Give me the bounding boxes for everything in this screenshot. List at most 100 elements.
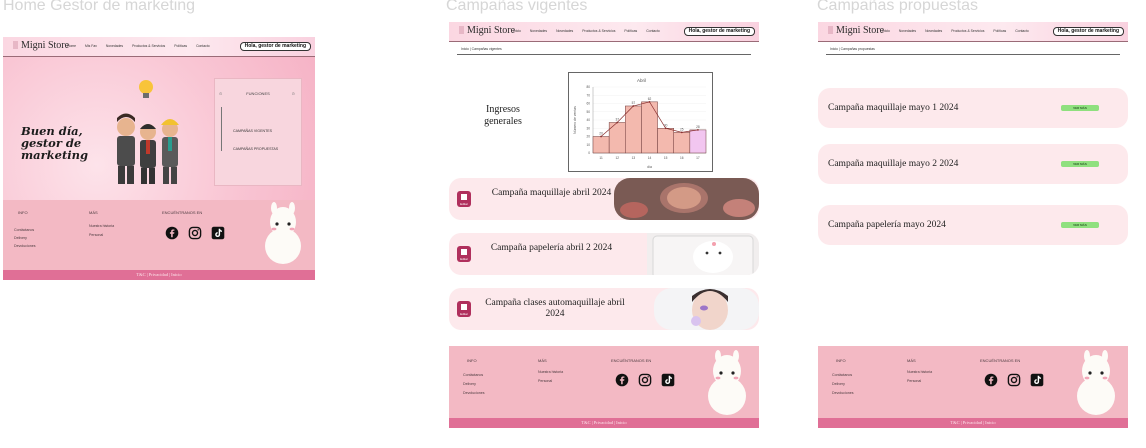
footer: INFO Contáctanos Delivery Devoluciones M… xyxy=(818,346,1128,428)
facebook-icon[interactable] xyxy=(984,373,998,387)
footer-bottom-links[interactable]: T&C | Privacidad | Inicio xyxy=(449,418,759,428)
nav-novedades-2[interactable]: Novedades xyxy=(925,29,942,33)
trend-point xyxy=(697,129,699,131)
user-greeting-button[interactable]: Hola, gestor de marketing xyxy=(683,27,755,36)
nav-inicio[interactable]: Inicio xyxy=(513,29,521,33)
footer-link-devoluciones[interactable]: Devoluciones xyxy=(14,244,36,248)
footer-info-heading: INFO xyxy=(836,358,846,363)
header: Migni Store Inicio Novedades Novedades P… xyxy=(818,22,1128,42)
footer-link-devoluciones[interactable]: Devoluciones xyxy=(832,391,854,395)
nav-productos[interactable]: Productos & Servicios xyxy=(582,29,615,33)
footer-link-personal[interactable]: Personal xyxy=(89,233,103,237)
panel-divider xyxy=(221,107,222,151)
footer-link-devoluciones[interactable]: Devoluciones xyxy=(463,391,485,395)
proposal-card[interactable]: Campaña papelería mayo 2024 VER MÁS xyxy=(818,205,1128,245)
campaign-card-papeleria[interactable]: Editar Campaña papelería abril 2 2024 xyxy=(449,233,759,275)
proposal-title: Campaña papelería mayo 2024 xyxy=(828,220,946,230)
nav-contacto[interactable]: Contacto xyxy=(196,44,210,48)
footer-link-personal[interactable]: Personal xyxy=(907,379,921,383)
x-tick-label: 13 xyxy=(632,156,636,160)
nav-favs[interactable]: Mis Fav xyxy=(85,44,97,48)
footer-link-historia[interactable]: Nuestra historia xyxy=(538,370,563,374)
campaign-card-maquillaje[interactable]: Editar Campaña maquillaje abril 2024 xyxy=(449,178,759,220)
notebook-image xyxy=(647,233,759,275)
brand-logo[interactable]: Migni Store xyxy=(828,25,884,36)
campaign-card-automaquillaje[interactable]: Editar Campaña clases automaquillaje abr… xyxy=(449,288,759,330)
alpaca-mascot xyxy=(1077,350,1115,415)
nav-novedades[interactable]: Novedades xyxy=(530,29,547,33)
y-tick-label: 40 xyxy=(586,118,590,122)
trend-point xyxy=(680,131,683,134)
footer-link-delivery[interactable]: Delivery xyxy=(14,236,27,240)
campaign-title: Campaña clases automaquillaje abril 2024 xyxy=(485,298,625,319)
instagram-icon[interactable] xyxy=(188,226,202,240)
y-tick-label: 50 xyxy=(586,110,590,114)
nav-inicio[interactable]: Inicio xyxy=(882,29,890,33)
edit-icon[interactable]: Editar xyxy=(457,191,471,207)
breadcrumb[interactable]: Inicio | Campañas vigentes xyxy=(461,47,502,51)
nav-novedades[interactable]: Novedades xyxy=(899,29,916,33)
footer-link-delivery[interactable]: Delivery xyxy=(832,382,845,386)
trend-point xyxy=(616,121,619,124)
footer: INFO Contáctanos Delivery Devoluciones M… xyxy=(449,346,759,428)
x-axis-label: día xyxy=(647,165,652,169)
breadcrumb[interactable]: Inicio | Campañas propuestas xyxy=(830,47,875,51)
trend-point xyxy=(632,105,635,107)
nav-politicas[interactable]: Políticas xyxy=(624,29,637,33)
social-links xyxy=(165,226,225,240)
footer-link-historia[interactable]: Nuestra historia xyxy=(89,224,114,228)
social-links xyxy=(615,373,675,387)
tiktok-icon[interactable] xyxy=(1030,373,1044,387)
footer: INFO Contáctanos Delivery Devoluciones M… xyxy=(3,200,315,280)
nav-contacto[interactable]: Contacto xyxy=(646,29,660,33)
panel-deco-left-icon: ⊙ xyxy=(219,91,223,96)
edit-icon[interactable]: Editar xyxy=(457,246,471,262)
nav-home[interactable]: Home xyxy=(67,44,76,48)
proposal-card[interactable]: Campaña maquillaje mayo 2 2024 VER MÁS xyxy=(818,144,1128,184)
nav-productos[interactable]: Productos & Servicios xyxy=(132,44,165,48)
user-greeting-button[interactable]: Hola, gestor de marketing xyxy=(1052,27,1124,36)
footer-link-delivery[interactable]: Delivery xyxy=(463,382,476,386)
instagram-icon[interactable] xyxy=(1007,373,1021,387)
marketer-figure-right xyxy=(161,119,179,184)
footer-bottom-links[interactable]: T&C | Privacidad | Inicio xyxy=(3,270,315,280)
nav-links: Home Mis Fav Novedades Productos & Servi… xyxy=(67,44,210,48)
brand-logo[interactable]: Migni Store xyxy=(459,25,515,36)
proposal-title: Campaña maquillaje mayo 2 2024 xyxy=(828,159,959,169)
edit-icon[interactable]: Editar xyxy=(457,301,471,317)
footer-link-contacto[interactable]: Contáctanos xyxy=(463,373,483,377)
trend-point xyxy=(648,100,651,103)
store-logo-icon xyxy=(828,26,833,34)
instagram-icon[interactable] xyxy=(638,373,652,387)
footer-bottom-links[interactable]: T&C | Privacidad | Inicio xyxy=(818,418,1128,428)
facebook-icon[interactable] xyxy=(165,226,179,240)
bar xyxy=(689,129,707,154)
y-tick-label: 60 xyxy=(586,102,590,106)
footer-link-historia[interactable]: Nuestra historia xyxy=(907,370,932,374)
y-axis-label: Número de ventas xyxy=(573,106,577,134)
campanas-vigentes-button[interactable]: CAMPAÑAS VIGENTES xyxy=(233,129,272,133)
nav-novedades[interactable]: Novedades xyxy=(106,44,123,48)
nav-productos[interactable]: Productos & Servicios xyxy=(951,29,984,33)
tiktok-icon[interactable] xyxy=(211,226,225,240)
footer-link-contacto[interactable]: Contáctanos xyxy=(14,228,34,232)
nav-links: Inicio Novedades Novedades Productos & S… xyxy=(513,29,660,33)
nav-politicas[interactable]: Políticas xyxy=(174,44,187,48)
user-greeting-button[interactable]: Hola, gestor de marketing xyxy=(239,42,311,51)
bar xyxy=(673,132,691,154)
ver-mas-button[interactable]: VER MÁS xyxy=(1061,105,1099,111)
brand-logo[interactable]: Migni Store xyxy=(13,40,69,51)
footer-link-contacto[interactable]: Contáctanos xyxy=(832,373,852,377)
footer-link-personal[interactable]: Personal xyxy=(538,379,552,383)
facebook-icon[interactable] xyxy=(615,373,629,387)
ver-mas-button[interactable]: VER MÁS xyxy=(1061,161,1099,167)
nav-contacto[interactable]: Contacto xyxy=(1015,29,1029,33)
proposal-card[interactable]: Campaña maquillaje mayo 1 2024 VER MÁS xyxy=(818,88,1128,128)
tiktok-icon[interactable] xyxy=(661,373,675,387)
nav-novedades-2[interactable]: Novedades xyxy=(556,29,573,33)
footer-info-heading: INFO xyxy=(467,358,477,363)
frame-title-vigentes: Campañas vigentes xyxy=(446,0,588,14)
campanas-propuestas-button[interactable]: CAMPAÑAS PROPUESTAS xyxy=(233,147,278,151)
ver-mas-button[interactable]: VER MÁS xyxy=(1061,222,1099,228)
nav-politicas[interactable]: Políticas xyxy=(993,29,1006,33)
